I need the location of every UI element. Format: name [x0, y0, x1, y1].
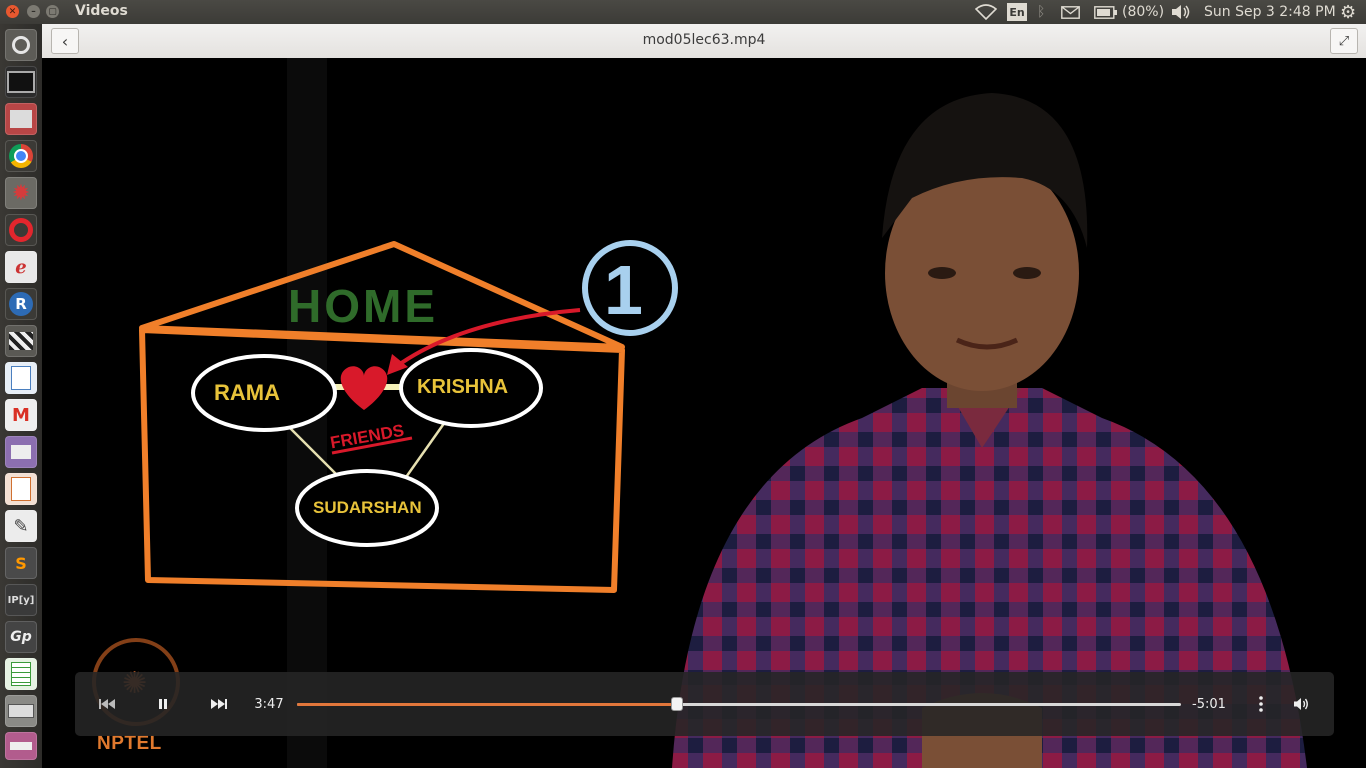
- time-elapsed: 3:47: [254, 696, 284, 712]
- seek-bar[interactable]: [297, 697, 1181, 711]
- launcher-r[interactable]: R: [5, 288, 37, 320]
- launcher-archive[interactable]: [5, 103, 37, 135]
- skip-back-icon: [99, 699, 115, 709]
- app-title: Videos: [75, 3, 128, 19]
- sublime-icon: S: [15, 553, 27, 573]
- battery-percentage: (80%): [1122, 4, 1165, 20]
- player-controls: 3:47 -5:01: [75, 672, 1334, 736]
- document-viewer-icon: ℯ: [15, 256, 27, 278]
- node-krishna-label: KRISHNA: [417, 376, 508, 398]
- skip-back-button[interactable]: [93, 672, 121, 736]
- ipython-icon: IP[y]: [7, 594, 35, 606]
- minimize-window-button[interactable]: –: [27, 5, 40, 18]
- node-sudarshan-label: SUDARSHAN: [313, 498, 422, 517]
- launcher-more[interactable]: [5, 732, 37, 760]
- launcher-writer[interactable]: [5, 362, 37, 394]
- file-title: mod05lec63.mp4: [642, 32, 766, 48]
- launcher-video[interactable]: [5, 325, 37, 357]
- top-panel: ✕ – ▢ Videos En ᛒ (80%) Sun Sep 3 2:48 P…: [0, 0, 1366, 24]
- volume-icon[interactable]: [1171, 0, 1191, 24]
- more-vertical-icon: [1259, 696, 1263, 712]
- maximize-window-button[interactable]: ▢: [46, 5, 59, 18]
- launcher-gmail[interactable]: M: [5, 399, 37, 431]
- spreadsheet-icon: [11, 662, 31, 686]
- launcher-presentation[interactable]: [5, 473, 37, 505]
- opera-icon: [9, 218, 33, 242]
- heart-icon: [340, 366, 388, 410]
- r-icon: R: [9, 292, 33, 316]
- edge-krishna-sudarshan: [402, 421, 447, 481]
- geogebra-icon: Gp: [10, 629, 32, 645]
- seek-handle[interactable]: [671, 697, 684, 711]
- seek-progress: [297, 703, 678, 706]
- ubuntu-logo-icon: [12, 36, 30, 54]
- video-header-bar: ‹ mod05lec63.mp4 ⤢: [42, 24, 1366, 59]
- keyboard-layout-label: En: [1009, 5, 1025, 19]
- launcher-spreadsheet[interactable]: [5, 658, 37, 690]
- fullscreen-icon: ⤢: [1338, 33, 1350, 49]
- video-frame[interactable]: HOME RAMA KRISHNA SUDARSHAN FRIENDS 1: [42, 58, 1366, 768]
- presentation-icon: [11, 477, 31, 501]
- wifi-icon[interactable]: [975, 0, 997, 24]
- nptel-watermark: NPTEL: [97, 733, 162, 754]
- node-rama-label: RAMA: [214, 380, 280, 405]
- presenter: [672, 93, 1307, 768]
- launcher-opera[interactable]: [5, 214, 37, 246]
- close-window-button[interactable]: ✕: [6, 5, 19, 18]
- clock[interactable]: Sun Sep 3 2:48 PM: [1204, 0, 1336, 24]
- board-title: HOME: [288, 280, 438, 332]
- settings-gear-icon[interactable]: ⚙: [1340, 0, 1356, 24]
- pause-icon: [159, 699, 167, 709]
- volume-icon: [1294, 698, 1308, 710]
- archive-icon: [10, 110, 32, 128]
- more-options-button[interactable]: [1249, 672, 1273, 736]
- fullscreen-button[interactable]: ⤢: [1330, 28, 1358, 54]
- clapper-icon: [9, 332, 33, 350]
- media-icon: [11, 445, 31, 459]
- launcher-ipython[interactable]: IP[y]: [5, 584, 37, 616]
- chrome-icon: [9, 144, 33, 168]
- launcher-terminal[interactable]: [5, 66, 37, 98]
- battery-icon[interactable]: [1094, 0, 1118, 24]
- number-badge-label: 1: [604, 251, 643, 329]
- text-editor-icon: ✎: [13, 515, 29, 537]
- launcher-sublime[interactable]: S: [5, 547, 37, 579]
- skip-forward-icon: [211, 699, 227, 709]
- time-remaining: -5:01: [1192, 696, 1226, 712]
- pause-button[interactable]: [149, 672, 177, 736]
- launcher-text-editor[interactable]: ✎: [5, 510, 37, 542]
- launcher-drive[interactable]: [5, 695, 37, 727]
- mail-icon[interactable]: [1061, 0, 1080, 24]
- terminal-icon: [7, 71, 35, 93]
- gmail-icon: M: [12, 404, 30, 426]
- launcher-dash[interactable]: [5, 29, 37, 61]
- bluetooth-icon[interactable]: ᛒ: [1037, 0, 1045, 24]
- launcher: ✹ ℯ R M ✎ S IP[y] Gp: [0, 24, 43, 768]
- gear-app-icon: ✹: [11, 180, 31, 206]
- launcher-media[interactable]: [5, 436, 37, 468]
- keyboard-layout-indicator[interactable]: En: [1007, 3, 1027, 21]
- text-document-icon: [11, 366, 31, 390]
- apps-icon: [10, 742, 32, 750]
- volume-button[interactable]: [1287, 672, 1315, 736]
- launcher-geogebra[interactable]: Gp: [5, 621, 37, 653]
- video-scene: HOME RAMA KRISHNA SUDARSHAN FRIENDS 1: [139, 58, 1307, 768]
- launcher-settings[interactable]: ✹: [5, 177, 37, 209]
- drive-icon: [8, 704, 34, 718]
- skip-forward-button[interactable]: [205, 672, 233, 736]
- launcher-chrome[interactable]: [5, 140, 37, 172]
- launcher-evince[interactable]: ℯ: [5, 251, 37, 283]
